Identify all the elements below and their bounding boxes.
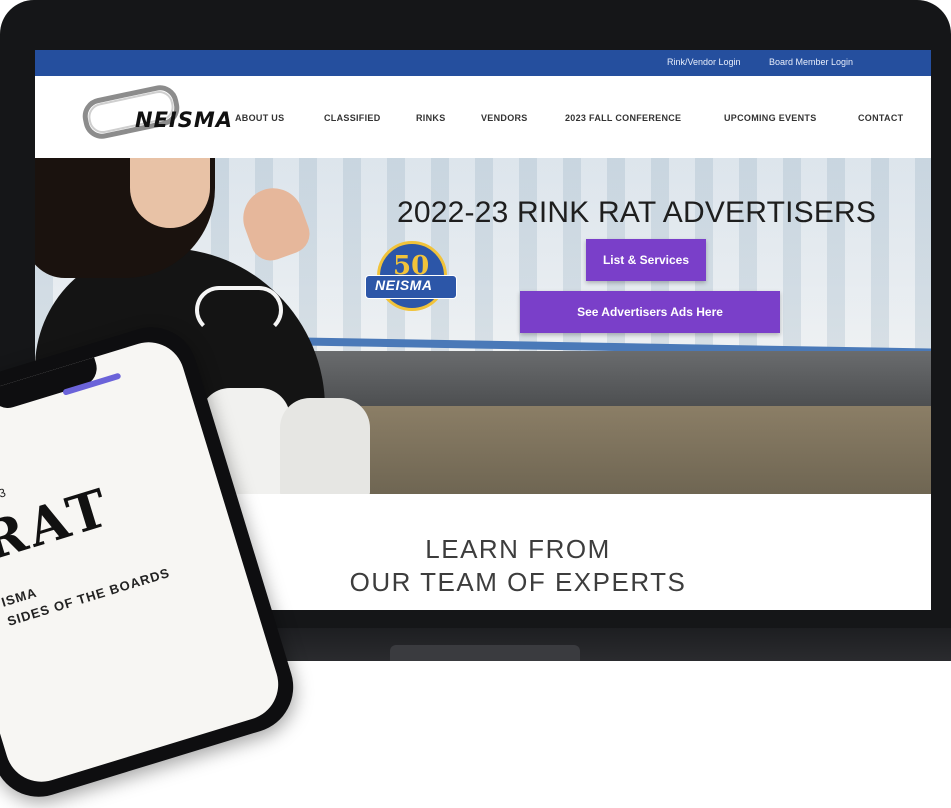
skate-laces bbox=[195, 286, 283, 334]
phone-rat-title: RAT bbox=[0, 476, 119, 574]
main-navigation: NEISMA ABOUT US CLASSIFIED RINKS VENDORS… bbox=[35, 76, 931, 158]
neisma-logo[interactable]: NEISMA bbox=[79, 84, 239, 146]
logo-text: NEISMA bbox=[135, 108, 234, 132]
nav-contact[interactable]: CONTACT bbox=[858, 113, 903, 123]
nav-2023-fall-conference[interactable]: 2023 FALL CONFERENCE bbox=[565, 113, 681, 123]
top-bar: Rink/Vendor Login Board Member Login bbox=[35, 50, 931, 76]
laptop-notch bbox=[390, 645, 580, 661]
ice-skate-right bbox=[280, 398, 370, 494]
hero-floor bbox=[335, 406, 931, 494]
see-advertisers-ads-button[interactable]: See Advertisers Ads Here bbox=[520, 291, 780, 333]
badge-text: NEISMA bbox=[375, 277, 433, 293]
list-services-button[interactable]: List & Services bbox=[586, 239, 706, 281]
hero-title: 2022-23 RINK RAT ADVERTISERS bbox=[397, 196, 877, 229]
nav-vendors[interactable]: VENDORS bbox=[481, 113, 528, 123]
nav-upcoming-events[interactable]: UPCOMING EVENTS bbox=[724, 113, 817, 123]
hero-rink-boards bbox=[295, 351, 931, 406]
nav-classified[interactable]: CLASSIFIED bbox=[324, 113, 381, 123]
rink-vendor-login-link[interactable]: Rink/Vendor Login bbox=[667, 57, 741, 67]
nav-rinks[interactable]: RINKS bbox=[416, 113, 446, 123]
celebrating-50-badge: 50 NEISMA bbox=[365, 241, 457, 311]
board-member-login-link[interactable]: Board Member Login bbox=[769, 57, 853, 67]
nav-about-us[interactable]: ABOUT US bbox=[235, 113, 284, 123]
